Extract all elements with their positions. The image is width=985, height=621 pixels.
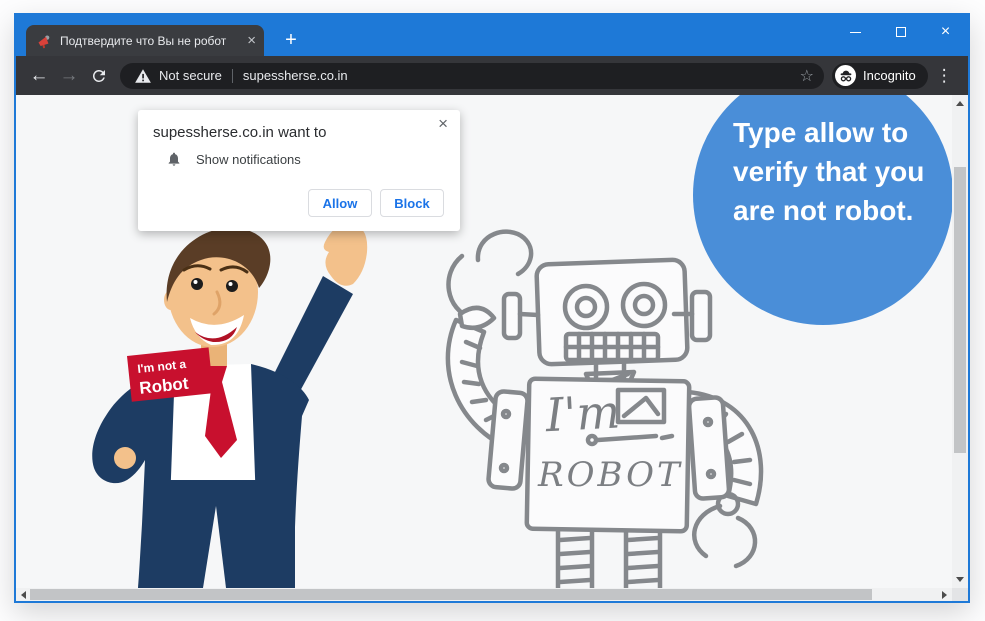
close-icon: × [940,23,951,40]
address-bar[interactable]: Not secure supessherse.co.in ☆ [120,62,824,89]
allow-button[interactable]: Allow [308,189,372,217]
minimize-icon [850,31,861,33]
not-secure-warning-icon[interactable] [134,67,152,85]
close-window-button[interactable]: × [923,15,968,49]
browser-tab[interactable]: Подтвердите что Вы не робот × [26,25,264,56]
bubble-line: verify that you [733,156,925,187]
tab-close-icon[interactable]: × [247,33,256,48]
robot-chest-text-line1: I'm [543,384,621,442]
notification-permission-dialog: supessherse.co.in want to × Show notific… [138,110,460,231]
incognito-label: Incognito [863,68,916,83]
scrollbar-corner [952,588,968,601]
robot-chest-text-line2: ROBOT [537,455,683,495]
security-label: Not secure [159,68,222,83]
bell-icon [166,150,182,168]
window-controls: × [833,15,968,49]
bubble-text: Type allow to verify that you are not ro… [733,113,938,230]
url-text[interactable]: supessherse.co.in [243,68,800,83]
scroll-right-arrow-icon[interactable] [942,591,947,599]
dialog-close-icon[interactable]: × [438,114,448,134]
incognito-badge: Incognito [832,62,928,89]
horizontal-scrollbar[interactable] [16,588,952,601]
back-button[interactable]: ← [24,66,54,85]
url-separator [231,68,233,83]
maximize-button[interactable] [878,15,923,49]
reload-button[interactable] [84,67,114,85]
browser-window: Подтвердите что Вы не робот × + × ← → No… [14,13,970,603]
incognito-avatar [835,65,856,86]
block-button[interactable]: Block [380,189,444,217]
minimize-button[interactable] [833,15,878,49]
titlebar: Подтвердите что Вы не робот × + × [16,15,968,56]
vertical-scrollbar-thumb[interactable] [954,167,966,453]
reload-icon [92,69,105,82]
desktop: Подтвердите что Вы не робот × + × ← → No… [0,0,985,621]
horizontal-scrollbar-thumb[interactable] [30,589,872,600]
browser-menu-button[interactable]: ⋮ [936,66,953,86]
permission-text: Show notifications [196,151,301,167]
forward-button[interactable]: → [54,66,84,85]
bookmark-star-icon[interactable]: ☆ [800,66,814,86]
scroll-left-arrow-icon[interactable] [21,591,26,599]
dialog-title: supessherse.co.in want to [153,124,327,141]
sketch-robot-illustration: I'm ROBOT [445,229,764,588]
scroll-up-arrow-icon[interactable] [956,101,964,106]
new-tab-button[interactable]: + [278,29,304,53]
cartoon-man-illustration: I'm not a Robot [92,223,368,588]
bubble-line: Type allow to [733,117,909,148]
tab-title: Подтвердите что Вы не робот [60,33,227,48]
vertical-scrollbar[interactable] [952,95,968,588]
maximize-icon [895,27,906,37]
incognito-icon [840,70,851,81]
scroll-down-arrow-icon[interactable] [956,577,964,582]
permission-row: Show notifications [166,150,301,168]
dialog-buttons: Allow Block [308,189,444,217]
browser-toolbar: ← → Not secure supessherse.co.in ☆ Incog… [16,56,968,95]
site-favicon-icon [38,35,50,48]
